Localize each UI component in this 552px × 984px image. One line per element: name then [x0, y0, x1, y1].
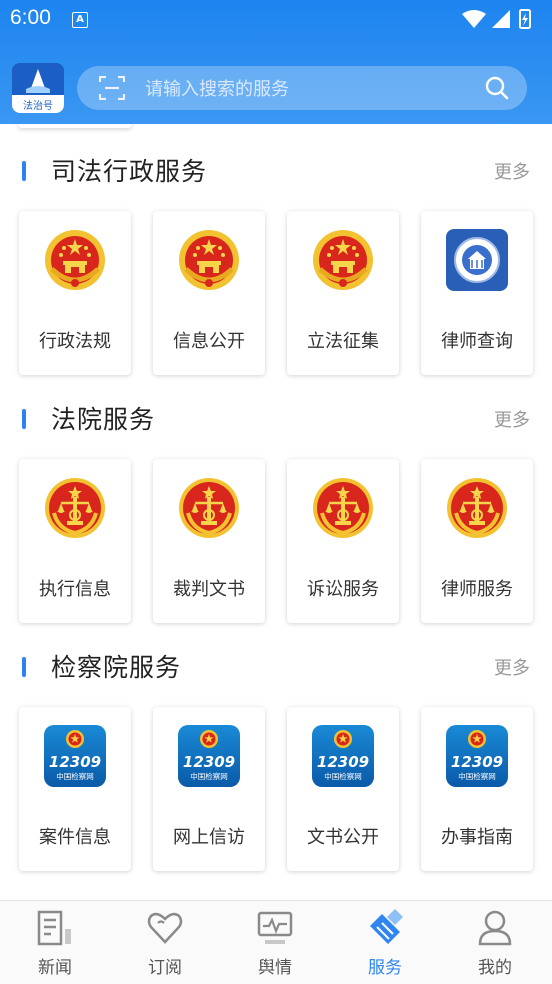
scan-icon[interactable]	[99, 76, 125, 100]
tab-label: 我的	[478, 958, 512, 978]
tab-service[interactable]: 服务	[330, 901, 440, 984]
svg-text:12309: 12309	[451, 753, 503, 771]
court-emblem-icon	[44, 477, 106, 539]
service-card-label: 网上信访	[173, 827, 245, 848]
section-more-link[interactable]: 更多	[494, 406, 530, 432]
svg-text:12309: 12309	[317, 753, 369, 771]
service-card[interactable]: 立法征集	[287, 211, 399, 375]
service-card[interactable]: 信息公开	[153, 211, 265, 375]
section-title: 法院服务	[51, 405, 156, 434]
search-icon[interactable]	[485, 76, 509, 100]
bottom-tab-bar: 新闻 订阅 舆情 服务 我的	[0, 900, 552, 984]
service-card-label: 案件信息	[39, 827, 111, 848]
wifi-icon	[462, 10, 486, 28]
service-card-label: 办事指南	[441, 827, 513, 848]
tab-heart[interactable]: 订阅	[110, 901, 220, 984]
tab-label: 订阅	[148, 958, 182, 978]
app-logo[interactable]: 法治号	[12, 63, 64, 113]
service-card-label: 立法征集	[307, 331, 379, 352]
service-card-label: 诉讼服务	[307, 579, 379, 600]
svg-text:中国检察网: 中国检察网	[324, 771, 362, 781]
procuratorate-12309-icon: 12309 中国检察网	[312, 725, 374, 787]
service-section: 检察院服务 更多 12309 中国检察网 案件信息 12309 中国检察网 网上…	[0, 644, 552, 884]
court-emblem-icon	[312, 477, 374, 539]
tab-label: 服务	[368, 958, 402, 978]
section-title: 司法行政服务	[51, 157, 208, 186]
svg-text:12309: 12309	[183, 753, 235, 771]
service-card-label: 执行信息	[39, 579, 111, 600]
tab-news[interactable]: 新闻	[0, 901, 110, 984]
previous-card-edge	[18, 124, 132, 128]
profile-icon	[477, 909, 513, 947]
section-accent-bar	[22, 409, 26, 429]
national-emblem-icon	[312, 229, 374, 291]
status-bar: 6:00 A	[0, 0, 552, 38]
national-emblem-icon	[178, 229, 240, 291]
tab-monitor[interactable]: 舆情	[220, 901, 330, 984]
notification-a-icon: A	[72, 12, 88, 28]
service-card-label: 信息公开	[173, 331, 245, 352]
national-emblem-icon	[44, 229, 106, 291]
section-accent-bar	[22, 657, 26, 677]
lawyers-association-icon	[446, 229, 508, 291]
service-card-label: 裁判文书	[173, 579, 245, 600]
service-card[interactable]: 12309 中国检察网 办事指南	[421, 707, 533, 871]
service-card-label: 行政法规	[39, 331, 111, 352]
service-card-label: 律师查询	[441, 331, 513, 352]
service-card[interactable]: 律师服务	[421, 459, 533, 623]
monitor-icon	[257, 909, 293, 947]
court-emblem-icon	[178, 477, 240, 539]
svg-text:中国检察网: 中国检察网	[458, 771, 496, 781]
court-emblem-icon	[446, 477, 508, 539]
service-icon	[367, 904, 403, 947]
service-section: 司法行政服务 更多 行政法规 信息公开 立法征集 律师查询	[0, 148, 552, 388]
svg-text:中国检察网: 中国检察网	[56, 771, 94, 781]
service-card[interactable]: 12309 中国检察网 案件信息	[19, 707, 131, 871]
section-more-link[interactable]: 更多	[494, 654, 530, 680]
service-card[interactable]: 12309 中国检察网 网上信访	[153, 707, 265, 871]
service-card[interactable]: 诉讼服务	[287, 459, 399, 623]
service-card-label: 律师服务	[441, 579, 513, 600]
service-card[interactable]: 执行信息	[19, 459, 131, 623]
procuratorate-12309-icon: 12309 中国检察网	[44, 725, 106, 787]
system-status-icons	[462, 9, 531, 29]
procuratorate-12309-icon: 12309 中国检察网	[446, 725, 508, 787]
tab-profile[interactable]: 我的	[440, 901, 550, 984]
service-card-label: 文书公开	[307, 827, 379, 848]
procuratorate-12309-icon: 12309 中国检察网	[178, 725, 240, 787]
tab-label: 新闻	[38, 958, 72, 978]
logo-text: 法治号	[23, 101, 53, 112]
heart-icon	[147, 909, 183, 947]
service-card[interactable]: 裁判文书	[153, 459, 265, 623]
news-icon	[37, 909, 73, 947]
search-input[interactable]	[143, 66, 467, 112]
services-content[interactable]: 司法行政服务 更多 行政法规 信息公开 立法征集 律师查询 法院服务 更多 执行…	[0, 124, 552, 900]
service-card[interactable]: 律师查询	[421, 211, 533, 375]
svg-text:中国检察网: 中国检察网	[190, 771, 228, 781]
service-card[interactable]: 12309 中国检察网 文书公开	[287, 707, 399, 871]
svg-text:12309: 12309	[49, 753, 101, 771]
section-accent-bar	[22, 161, 26, 181]
tab-label: 舆情	[258, 958, 292, 978]
section-title: 检察院服务	[51, 653, 182, 682]
service-card[interactable]: 行政法规	[19, 211, 131, 375]
search-bar[interactable]	[77, 66, 527, 112]
service-section: 法院服务 更多 执行信息 裁判文书 诉讼服务 律师服务	[0, 396, 552, 636]
section-more-link[interactable]: 更多	[494, 158, 530, 184]
signal-icon	[492, 10, 510, 28]
app-header: 6:00 A 法治号	[0, 0, 552, 124]
status-time: 6:00	[10, 6, 51, 29]
